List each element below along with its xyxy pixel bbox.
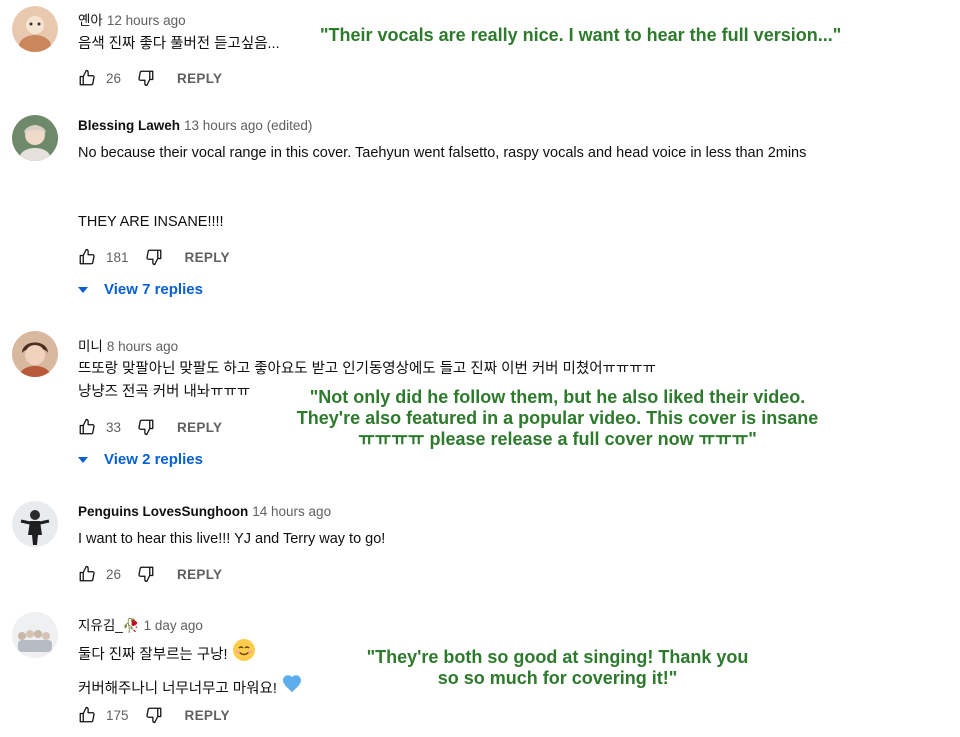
comment-line-1: 둘다 진짜 잘부르는 구낭!	[78, 638, 305, 672]
avatar[interactable]	[12, 331, 58, 377]
translation-line: "Not only did he follow them, but he als…	[309, 387, 806, 407]
like-count: 33	[106, 419, 122, 435]
author-name[interactable]: 지유김_🥀	[78, 618, 140, 633]
comment-header: 옌아 12 hours ago	[78, 9, 186, 29]
thumbs-up-icon[interactable]	[78, 248, 96, 266]
thumbs-down-icon[interactable]	[145, 248, 163, 266]
comment-header: 지유김_🥀 1 day ago	[78, 614, 203, 634]
thumbs-up-icon[interactable]	[78, 706, 96, 724]
comment-actions: 26 REPLY	[78, 562, 222, 586]
comment-actions: 181 REPLY	[78, 245, 230, 269]
like-count: 26	[106, 566, 122, 582]
avatar[interactable]	[12, 612, 58, 658]
comment-line: I want to hear this live!!! YJ and Terry…	[78, 531, 386, 547]
caret-down-icon	[78, 456, 88, 463]
author-name[interactable]: 미니	[78, 339, 103, 354]
reply-button[interactable]: REPLY	[177, 71, 222, 86]
view-replies-button[interactable]: View 2 replies	[78, 451, 203, 468]
translation-note: "They're both so good at singing! Thank …	[345, 647, 770, 689]
comment-line: No because their vocal range in this cov…	[78, 145, 807, 161]
thumbs-down-icon[interactable]	[137, 418, 155, 436]
translation-note: "Not only did he follow them, but he als…	[285, 387, 830, 450]
like-count: 175	[106, 707, 129, 723]
translation-line: "Their vocals are really nice. I want to…	[320, 25, 842, 45]
translation-line: ㅠㅠㅠㅠ please release a full cover now ㅠㅠㅠ…	[358, 429, 757, 449]
like-count: 26	[106, 70, 122, 86]
author-name[interactable]: 옌아	[78, 13, 103, 28]
view-replies-label: View 2 replies	[104, 451, 203, 468]
comment-text: 둘다 진짜 잘부르는 구낭! 커버해주나니 너무너무고 마워요!	[78, 638, 305, 706]
reply-button[interactable]: REPLY	[185, 250, 230, 265]
thumbs-up-icon[interactable]	[78, 69, 96, 87]
timestamp[interactable]: 8 hours ago	[107, 339, 178, 354]
view-replies-label: View 7 replies	[104, 281, 203, 298]
comment-line: 커버해주나니 너무너무고 마워요!	[78, 680, 277, 697]
comment-text: 음색 진짜 좋다 풀버전 듣고싶음...	[78, 33, 280, 56]
comment-actions: 26 REPLY	[78, 66, 222, 90]
smiling-face-emoji	[232, 638, 256, 672]
comment-line-2: 커버해주나니 너무너무고 마워요!	[78, 672, 305, 706]
timestamp[interactable]: 12 hours ago	[107, 13, 186, 28]
like-count: 181	[106, 249, 129, 265]
blue-heart-emoji	[281, 672, 305, 706]
translation-line: "They're both so good at singing! Thank …	[366, 647, 749, 667]
thumbs-up-icon[interactable]	[78, 418, 96, 436]
timestamp[interactable]: 1 day ago	[144, 618, 203, 633]
thumbs-up-icon[interactable]	[78, 565, 96, 583]
timestamp[interactable]: 13 hours ago (edited)	[184, 118, 312, 133]
view-replies-button[interactable]: View 7 replies	[78, 281, 203, 298]
reply-button[interactable]: REPLY	[185, 708, 230, 723]
translation-line: so so much for covering it!"	[437, 668, 678, 688]
comment-text: No because their vocal range in this cov…	[78, 142, 806, 234]
thumbs-down-icon[interactable]	[137, 69, 155, 87]
translation-line: They're also featured in a popular video…	[296, 408, 819, 428]
thumbs-down-icon[interactable]	[145, 706, 163, 724]
comment-line: 음색 진짜 좋다 풀버전 듣고싶음...	[78, 36, 280, 52]
comment-line: THEY ARE INSANE!!!!	[78, 214, 224, 230]
comment-line: 뜨또랑 맞팔아닌 맞팔도 하고 좋아요도 받고 인기동영상에도 들고 진짜 이번…	[78, 361, 656, 377]
comment-actions: 175 REPLY	[78, 703, 230, 727]
comment-header: Blessing Laweh 13 hours ago (edited)	[78, 118, 312, 133]
author-name[interactable]: Penguins LovesSunghoon	[78, 504, 248, 519]
comment-actions: 33 REPLY	[78, 415, 222, 439]
reply-button[interactable]: REPLY	[177, 567, 222, 582]
comment-line: 둘다 진짜 잘부르는 구낭!	[78, 646, 228, 663]
reply-button[interactable]: REPLY	[177, 420, 222, 435]
avatar[interactable]	[12, 501, 58, 547]
comment-text: I want to hear this live!!! YJ and Terry…	[78, 528, 385, 551]
comment-header: 미니 8 hours ago	[78, 335, 178, 355]
caret-down-icon	[78, 286, 88, 293]
thumbs-down-icon[interactable]	[137, 565, 155, 583]
avatar[interactable]	[12, 115, 58, 161]
author-name[interactable]: Blessing Laweh	[78, 118, 180, 133]
timestamp[interactable]: 14 hours ago	[252, 504, 331, 519]
translation-note: "Their vocals are really nice. I want to…	[320, 25, 841, 46]
comment-header: Penguins LovesSunghoon 14 hours ago	[78, 504, 331, 519]
avatar[interactable]	[12, 6, 58, 52]
